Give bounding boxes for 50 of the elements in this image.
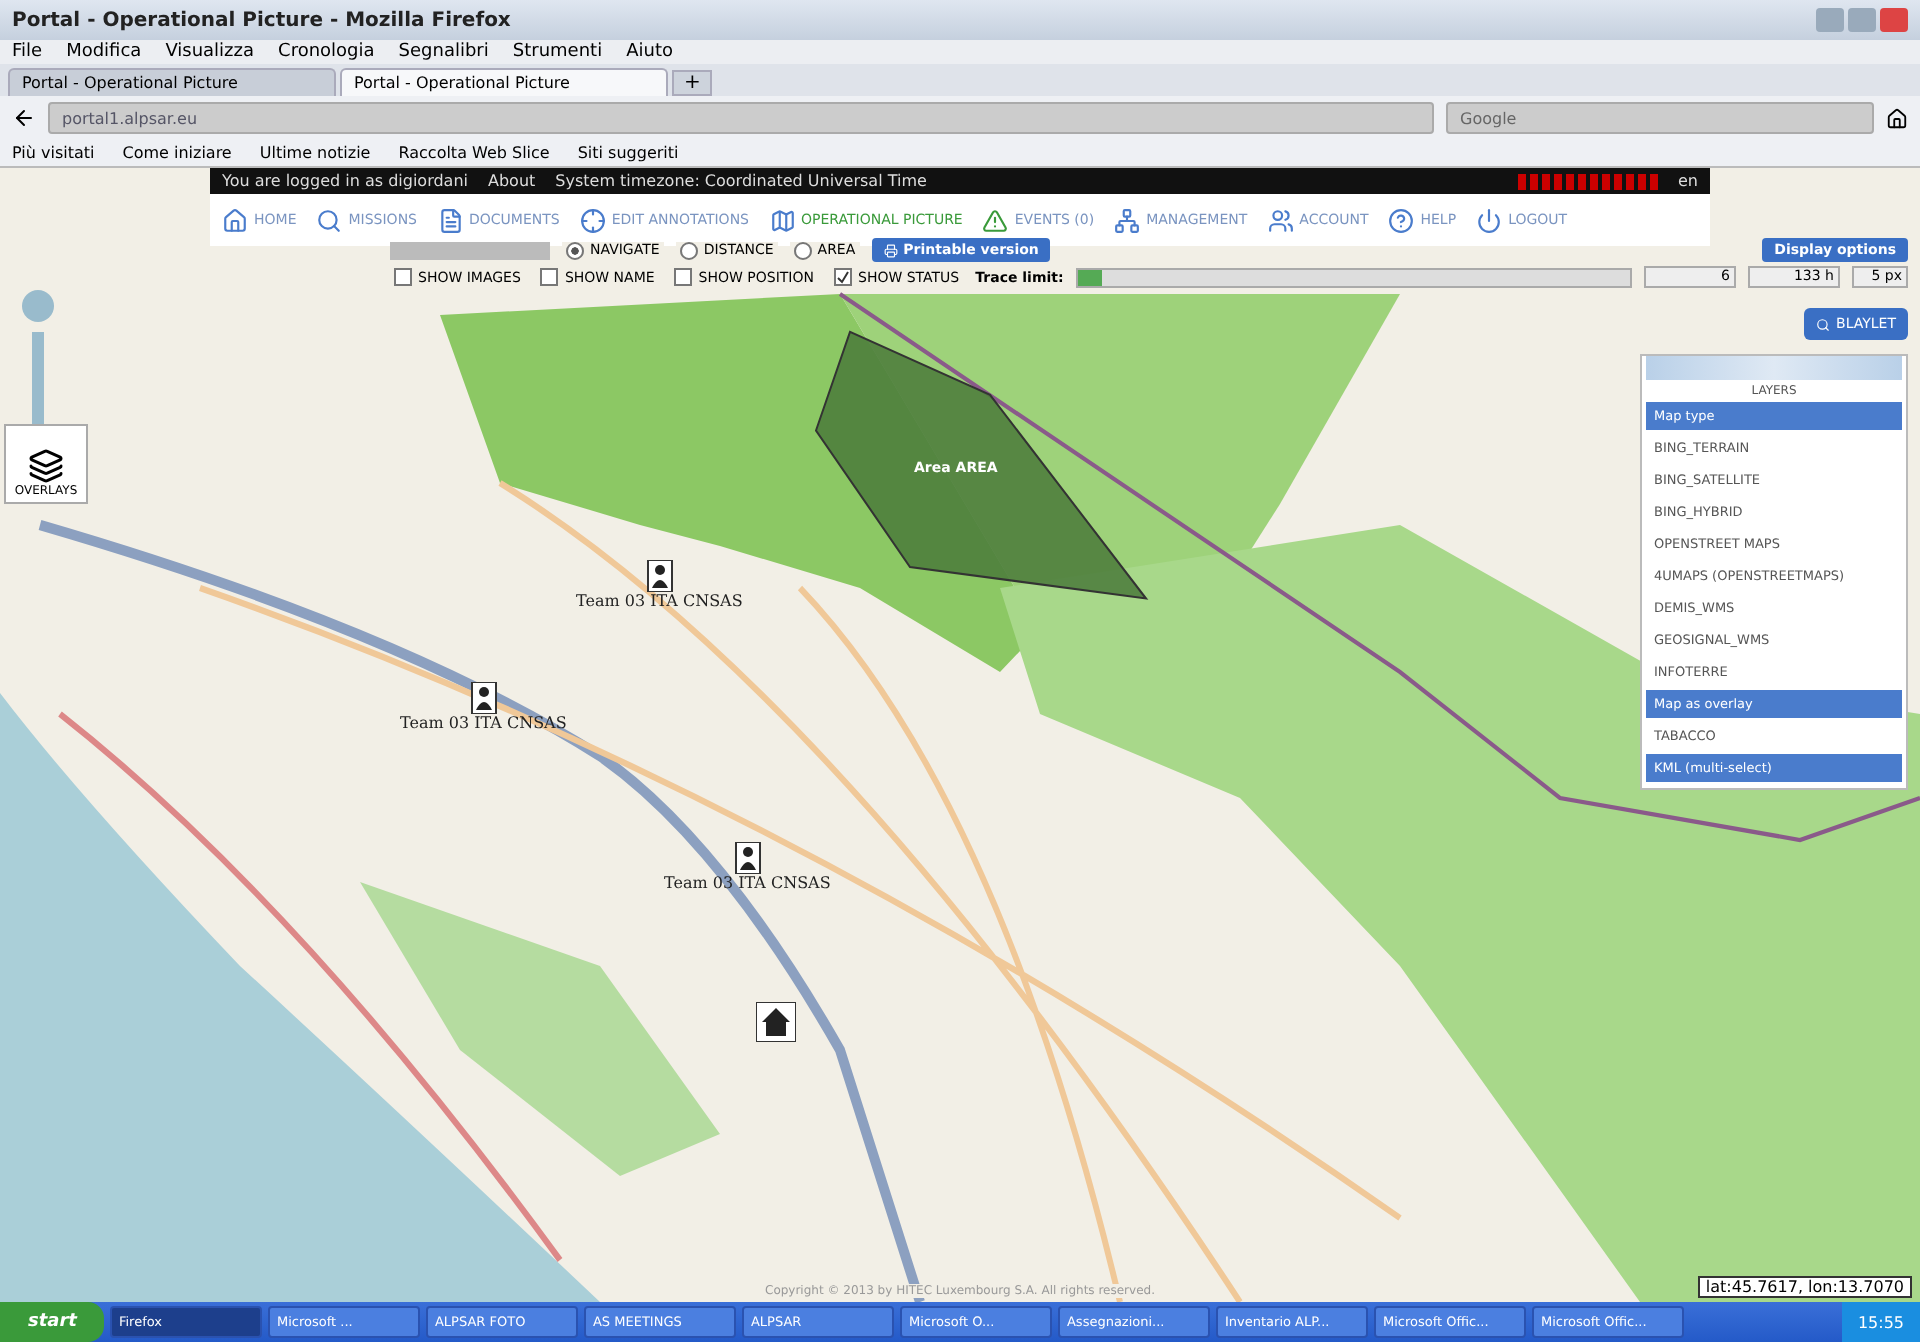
bookmark-link[interactable]: Come iniziare (122, 144, 232, 162)
login-status: You are logged in as digiordani (222, 172, 468, 190)
new-tab-button[interactable]: + (672, 70, 713, 96)
coordinates-readout: lat:45.7617, lon:13.7070 (1697, 1276, 1912, 1298)
menu-item[interactable]: File (12, 42, 43, 62)
search-icon (316, 207, 343, 233)
document-icon (437, 207, 463, 233)
power-icon (1476, 207, 1503, 233)
person-marker-icon[interactable] (645, 560, 674, 592)
back-icon[interactable] (12, 106, 36, 130)
search-icon (1816, 317, 1831, 331)
help-icon (1388, 207, 1415, 233)
menu-item[interactable]: Strumenti (512, 42, 603, 62)
timezone-text: System timezone: Coordinated Universal Time (555, 172, 927, 190)
address-field[interactable]: portal1.alpsar.eu (48, 102, 1434, 134)
crosshair-icon (579, 207, 606, 233)
printer-icon (883, 243, 898, 257)
browser-tab[interactable]: Portal - Operational Picture (8, 68, 336, 96)
home-icon[interactable] (1886, 107, 1908, 129)
team-label: Team 03 ITA CNSAS (576, 592, 743, 610)
about-link[interactable]: About (488, 172, 536, 190)
start-button[interactable]: start (0, 1302, 105, 1342)
bookmark-link[interactable]: Raccolta Web Slice (398, 144, 550, 162)
bookmark-link[interactable]: Siti suggeriti (577, 144, 679, 162)
menu-item[interactable]: Aiuto (626, 42, 673, 62)
person-marker-icon[interactable] (469, 682, 498, 714)
signal-icon (1518, 173, 1658, 189)
menu-item[interactable]: Modifica (66, 42, 142, 62)
bookmark-link[interactable]: Ultime notizie (259, 144, 371, 162)
menu-item[interactable]: Cronologia (278, 42, 375, 62)
home-icon (222, 207, 248, 233)
window-title: Portal - Operational Picture - Mozilla Firefox (12, 9, 511, 31)
menu-item[interactable]: Segnalibri (398, 42, 489, 62)
search-field[interactable]: Google (1446, 102, 1874, 134)
trace-limit-slider[interactable] (1075, 267, 1632, 287)
map-icon (769, 207, 796, 233)
checkmark-icon (836, 270, 850, 284)
person-marker-icon[interactable] (733, 842, 762, 874)
warning-icon (982, 207, 1009, 233)
clock: 15:55 (1841, 1302, 1920, 1342)
language-label[interactable]: en (1678, 172, 1698, 190)
bookmark-link[interactable]: Più visitati (12, 144, 95, 162)
menu-item[interactable]: Visualizza (165, 42, 255, 62)
browser-tab[interactable]: Portal - Operational Picture (340, 68, 668, 96)
team-label: Team 03 ITA CNSAS (400, 714, 567, 732)
team-label: Team 03 ITA CNSAS (664, 874, 831, 892)
house-marker-icon[interactable] (756, 1002, 796, 1042)
hierarchy-icon (1114, 207, 1141, 233)
layers-icon (28, 448, 64, 484)
people-icon (1267, 207, 1294, 233)
